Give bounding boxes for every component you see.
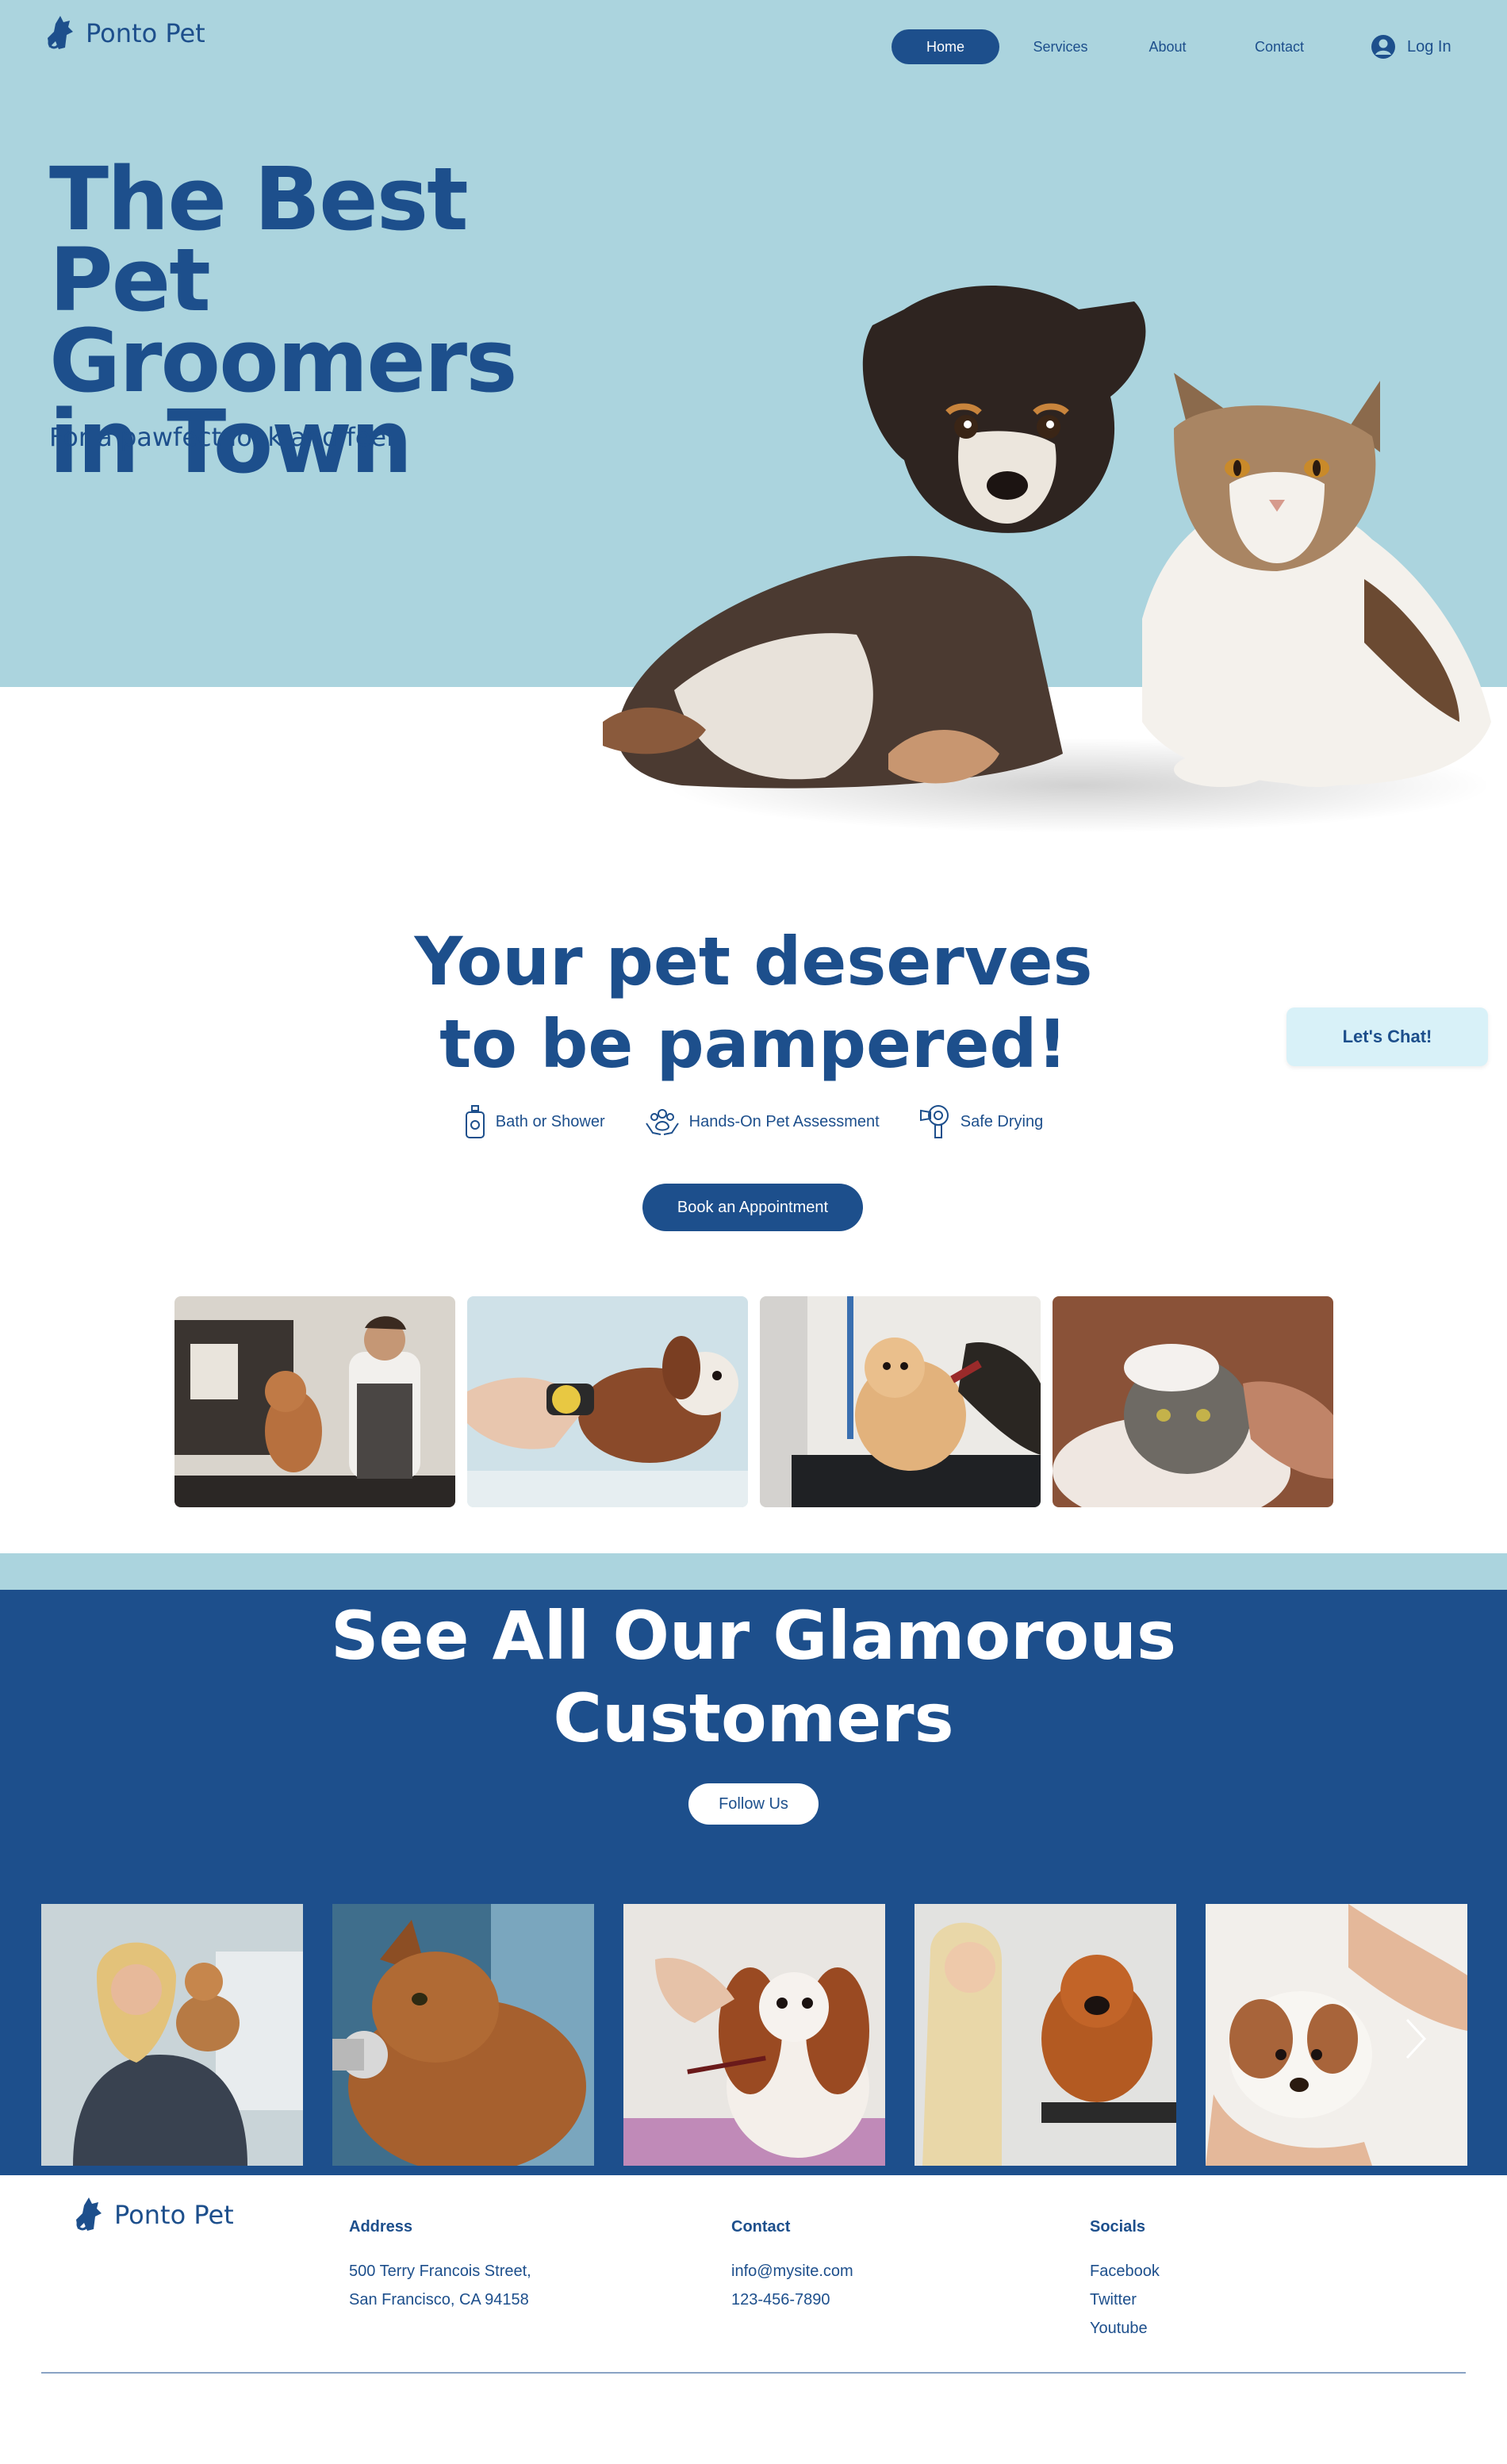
groomer-with-poodle-photo (174, 1296, 455, 1507)
dog-logo-icon (48, 16, 73, 49)
shampoo-bottle-icon (465, 1105, 485, 1138)
feature-label: Hands-On Pet Assessment (688, 1112, 880, 1130)
main-nav: Home Services About Contact (892, 29, 1315, 65)
footer-socials: Socials Facebook Twitter Youtube (1090, 2218, 1160, 2343)
spaniel-bath-photo (467, 1296, 748, 1507)
nav-services[interactable]: Services (1017, 39, 1104, 56)
feature-item: Hands-On Pet Assessment (645, 1104, 880, 1139)
nav-about[interactable]: About (1136, 39, 1199, 56)
footer-twitter-link[interactable]: Twitter (1090, 2286, 1160, 2314)
footer-facebook-link[interactable]: Facebook (1090, 2257, 1160, 2286)
login-label: Log In (1407, 37, 1451, 56)
pamper-title-line-1: Your pet deserves (414, 923, 1093, 1000)
footer-youtube-link[interactable]: Youtube (1090, 2314, 1160, 2343)
customers-title-line-2: Customers (553, 1679, 954, 1757)
spaniel-haircut-photo[interactable] (623, 1904, 885, 2166)
hero-title-line-1: The Best Pet (49, 148, 469, 331)
login-button[interactable]: Log In (1371, 29, 1451, 65)
footer-address-heading: Address (349, 2218, 413, 2236)
book-appointment-button[interactable]: Book an Appointment (642, 1184, 863, 1231)
feature-label: Bath or Shower (495, 1112, 605, 1130)
hero-subtitle: For a pawfect look and feel (49, 422, 393, 452)
pamper-title: Your pet deserves to be pampered! (0, 920, 1507, 1085)
customers-section: See All Our Glamorous Customers Follow U… (0, 1590, 1507, 2175)
footer-address-line-2: San Francisco, CA 94158 (349, 2291, 529, 2309)
feature-list: Bath or Shower Hands-On Pet Assessment S… (0, 1104, 1507, 1139)
brand-name: Ponto Pet (86, 18, 205, 48)
service-gallery (174, 1296, 1333, 1507)
pamper-title-line-2: to be pampered! (439, 1005, 1068, 1083)
nav-contact[interactable]: Contact (1244, 39, 1315, 56)
footer-divider (41, 2372, 1466, 2374)
user-avatar-icon (1371, 35, 1395, 59)
section-divider-strip (0, 1553, 1507, 1590)
feature-item: Safe Drying (919, 1104, 1044, 1139)
footer-email-link[interactable]: info@mysite.com (731, 2257, 853, 2286)
customer-photo-carousel (41, 1904, 1467, 2166)
footer-phone: 123-456-7890 (731, 2291, 830, 2309)
footer-brand-logo[interactable]: Ponto Pet (73, 2196, 234, 2234)
nav-home[interactable]: Home (892, 29, 999, 64)
dog-logo-icon (76, 2197, 102, 2231)
footer-socials-heading: Socials (1090, 2218, 1146, 2236)
footer-contact: Contact info@mysite.com 123-456-7890 (731, 2218, 853, 2314)
footer-brand-name: Ponto Pet (114, 2200, 234, 2230)
cat-bath-photo (1053, 1296, 1333, 1507)
paw-hands-icon (645, 1109, 679, 1135)
puppy-and-kitten-image (603, 286, 1491, 833)
footer-contact-heading: Contact (731, 2218, 791, 2236)
feature-item: Bath or Shower (464, 1104, 605, 1139)
customers-title: See All Our Glamorous Customers (0, 1595, 1507, 1760)
cat-shower-photo[interactable] (332, 1904, 594, 2166)
feature-label: Safe Drying (960, 1112, 1044, 1130)
woman-with-dog-photo[interactable] (41, 1904, 303, 2166)
footer-address: Address 500 Terry Francois Street, San F… (349, 2218, 531, 2314)
follow-us-button[interactable]: Follow Us (688, 1783, 819, 1825)
hair-dryer-icon (919, 1105, 949, 1138)
brand-logo[interactable]: Ponto Pet (44, 14, 205, 52)
carousel-next-arrow-icon[interactable] (1399, 2015, 1431, 2063)
groomer-with-chow-photo[interactable] (915, 1904, 1176, 2166)
footer-address-line-1: 500 Terry Francois Street, (349, 2263, 531, 2280)
lets-chat-button[interactable]: Let's Chat! (1287, 1007, 1488, 1066)
pomeranian-grooming-photo (760, 1296, 1041, 1507)
customers-title-line-1: See All Our Glamorous (331, 1597, 1176, 1675)
